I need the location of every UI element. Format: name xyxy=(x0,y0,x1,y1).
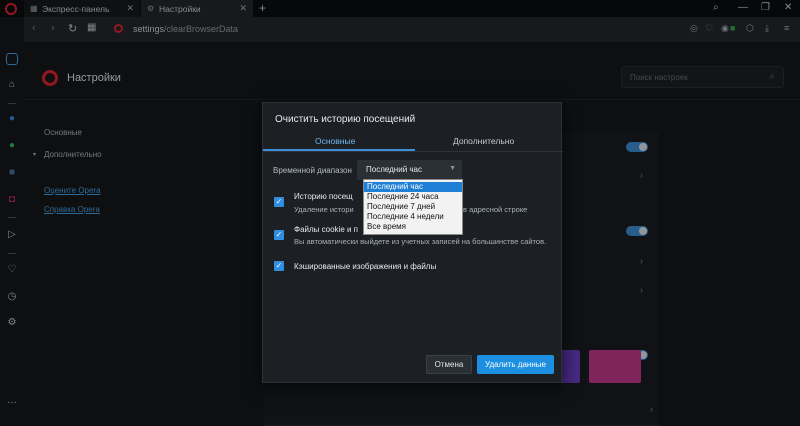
cache-title: Кэшированные изображения и файлы xyxy=(294,262,437,271)
history-desc-tail: в адресной строке xyxy=(463,205,528,214)
tab-advanced[interactable]: Дополнительно xyxy=(453,136,514,146)
checkbox-history[interactable]: ✓ xyxy=(274,197,284,207)
chevron-down-icon: ▼ xyxy=(449,165,456,172)
option-all-time[interactable]: Все время xyxy=(364,222,462,232)
option-last-4-weeks[interactable]: Последние 4 недели xyxy=(364,212,462,222)
divider xyxy=(263,151,563,152)
cookies-title: Файлы cookie и п xyxy=(294,225,359,234)
checkbox-cache[interactable]: ✓ xyxy=(274,261,284,271)
checkbox-cookies[interactable]: ✓ xyxy=(274,230,284,240)
dialog-title: Очистить историю посещений xyxy=(275,114,416,125)
history-desc: Удаление истори xyxy=(294,205,354,214)
history-title: Историю посещ xyxy=(294,192,353,201)
time-range-select[interactable]: Последний час ▼ xyxy=(357,160,462,180)
clear-history-dialog: Очистить историю посещений Основные Допо… xyxy=(262,102,563,383)
tab-basic[interactable]: Основные xyxy=(315,136,355,146)
option-last-24-hours[interactable]: Последние 24 часа xyxy=(364,192,462,202)
option-last-7-days[interactable]: Последние 7 дней xyxy=(364,202,462,212)
time-range-label: Временной диапазон xyxy=(273,166,352,175)
delete-data-button[interactable]: Удалить данные xyxy=(477,355,554,374)
cancel-button[interactable]: Отмена xyxy=(426,355,472,374)
time-range-value: Последний час xyxy=(366,165,423,174)
option-last-hour[interactable]: Последний час xyxy=(364,182,462,192)
time-range-dropdown: Последний час Последние 24 часа Последни… xyxy=(363,179,463,235)
cookies-desc: Вы автоматически выйдете из учетных запи… xyxy=(294,237,547,246)
